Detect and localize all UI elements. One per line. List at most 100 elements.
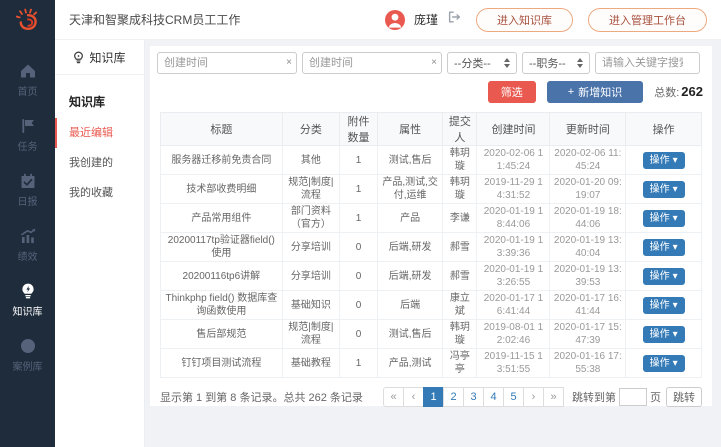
cell-created: 2019-11-29 14:31:52 — [477, 175, 550, 204]
calendar-icon — [19, 172, 37, 190]
row-action-button[interactable]: 操作▾ — [643, 355, 685, 372]
col-actions: 操作 — [626, 113, 702, 146]
category-select-value: --分类-- — [454, 55, 491, 71]
cell-title: 售后部规范 — [161, 320, 283, 349]
filter-button[interactable]: 筛选 — [488, 81, 536, 103]
sidebar-item-label: 首页 — [18, 83, 38, 98]
prev-page-button[interactable]: ‹ — [403, 387, 424, 407]
sidebar-item-performance[interactable]: 绩效 — [0, 217, 55, 272]
cell-created: 2020-02-06 11:45:24 — [477, 146, 550, 175]
kb-item-recently-edited[interactable]: 最近编辑 — [55, 118, 144, 148]
table-header-row: 标题 分类 附件数量 属性 提交人 创建时间 更新时间 操作 — [161, 113, 702, 146]
jump-page-input[interactable] — [619, 388, 647, 406]
kb-item-my-favorites[interactable]: 我的收藏 — [55, 178, 144, 208]
sidebar-item-daily[interactable]: 日报 — [0, 162, 55, 217]
page-button-2[interactable]: 2 — [443, 387, 464, 407]
sidebar-item-label: 绩效 — [18, 248, 38, 263]
first-page-button[interactable]: « — [383, 387, 404, 407]
cell-attributes: 测试,售后 — [377, 146, 442, 175]
cell-category: 规范|制度|流程 — [282, 320, 339, 349]
enter-knowledge-base-button[interactable]: 进入知识库 — [476, 8, 573, 32]
next-page-button[interactable]: › — [523, 387, 544, 407]
row-action-button[interactable]: 操作▾ — [643, 326, 685, 343]
cell-category: 分享培训 — [282, 233, 339, 262]
filter-bar: × × --分类-- --职务-- — [157, 52, 705, 74]
jump-suffix-label: 页 — [650, 389, 661, 405]
knowledge-base-sidebar: 知识库 知识库 最近编辑 我创建的 我的收藏 — [55, 40, 145, 447]
cell-attributes: 测试,售后 — [377, 320, 442, 349]
enter-admin-workbench-button[interactable]: 进入管理工作台 — [588, 8, 707, 32]
plus-icon: + — [568, 86, 574, 98]
clear-icon[interactable]: × — [431, 56, 437, 69]
row-action-button[interactable]: 操作▾ — [643, 210, 685, 227]
cell-updated: 2020-01-19 13:40:04 — [550, 233, 626, 262]
cell-attributes: 产品,测试,交付,运维 — [377, 175, 442, 204]
table-row: 20200117tp验证器field()使用 分享培训 0 后端,研发 郝雪 2… — [161, 233, 702, 262]
create-time-from-input[interactable] — [157, 52, 297, 74]
col-created: 创建时间 — [477, 113, 550, 146]
cell-updated: 2020-01-20 09:19:07 — [550, 175, 626, 204]
kb-sidebar-title: 知识库 — [89, 49, 125, 66]
kb-item-created-by-me[interactable]: 我创建的 — [55, 148, 144, 178]
cell-attributes: 后端 — [377, 291, 442, 320]
row-action-button[interactable]: 操作▾ — [643, 152, 685, 169]
caret-down-icon: ▾ — [673, 212, 678, 225]
category-select[interactable]: --分类-- — [447, 52, 517, 74]
cell-category: 部门资料（官方） — [282, 204, 339, 233]
cell-attachments: 0 — [340, 291, 378, 320]
cell-submitter: 韩玥璇 — [443, 175, 477, 204]
user-avatar[interactable] — [385, 10, 405, 30]
action-bar: 筛选 + 新增知识 总数:262 — [157, 81, 705, 103]
clear-icon[interactable]: × — [286, 56, 292, 69]
last-page-button[interactable]: » — [543, 387, 564, 407]
cell-created: 2019-11-15 13:51:55 — [477, 349, 550, 378]
sidebar-item-tasks[interactable]: 任务 — [0, 107, 55, 162]
row-action-button[interactable]: 操作▾ — [643, 239, 685, 256]
app-title: 天津和智聚成科技CRM员工工作 — [69, 11, 240, 28]
create-time-to-input[interactable] — [302, 52, 442, 74]
role-select[interactable]: --职务-- — [522, 52, 590, 74]
create-time-to-field: × — [302, 52, 442, 74]
cell-submitter: 韩玥璇 — [443, 320, 477, 349]
page-button-3[interactable]: 3 — [463, 387, 484, 407]
jump-button[interactable]: 跳转 — [666, 387, 702, 407]
keyword-search-input[interactable] — [595, 52, 700, 74]
knowledge-table: 标题 分类 附件数量 属性 提交人 创建时间 更新时间 操作 服务器迁移前免责合… — [160, 112, 702, 378]
sidebar-item-case-library[interactable]: 案例库 — [0, 327, 55, 382]
cell-attachments: 1 — [340, 175, 378, 204]
chart-icon — [19, 227, 37, 245]
cell-attachments: 1 — [340, 349, 378, 378]
caret-down-icon: ▾ — [673, 154, 678, 167]
cell-submitter: 郝雪 — [443, 233, 477, 262]
cell-title: 20200117tp验证器field()使用 — [161, 233, 283, 262]
cell-created: 2019-08-01 12:02:46 — [477, 320, 550, 349]
sidebar-item-knowledge-base[interactable]: 知识库 — [0, 272, 55, 327]
table-row: Thinkphp field() 数据库查询函数使用 基础知识 0 后端 康立斌… — [161, 291, 702, 320]
cell-title: 20200116tp6讲解 — [161, 262, 283, 291]
page-button-5[interactable]: 5 — [503, 387, 524, 407]
sidebar-item-home[interactable]: 首页 — [0, 52, 55, 107]
sidebar-item-label: 日报 — [18, 193, 38, 208]
row-action-button[interactable]: 操作▾ — [643, 268, 685, 285]
cell-attachments: 1 — [340, 204, 378, 233]
icon-sidebar: 首页 任务 日报 绩效 知识库 — [0, 0, 55, 447]
home-icon — [19, 62, 37, 80]
cell-category: 基础教程 — [282, 349, 339, 378]
caret-down-icon: ▾ — [673, 183, 678, 196]
page-button-4[interactable]: 4 — [483, 387, 504, 407]
row-action-button[interactable]: 操作▾ — [643, 297, 685, 314]
add-knowledge-button[interactable]: + 新增知识 — [547, 81, 643, 103]
select-arrows-icon — [504, 58, 510, 68]
add-knowledge-label: 新增知识 — [578, 84, 622, 100]
table-row: 20200116tp6讲解 分享培训 0 后端,研发 郝雪 2020-01-19… — [161, 262, 702, 291]
page-button-1[interactable]: 1 — [423, 387, 444, 407]
cell-updated: 2020-01-16 17:55:38 — [550, 349, 626, 378]
row-action-button[interactable]: 操作▾ — [643, 181, 685, 198]
app-logo[interactable] — [0, 0, 55, 40]
total-value: 262 — [681, 84, 703, 99]
logout-icon[interactable] — [447, 10, 461, 29]
role-select-value: --职务-- — [529, 55, 566, 71]
cell-title: 产品常用组件 — [161, 204, 283, 233]
cell-attachments: 0 — [340, 320, 378, 349]
cell-attachments: 1 — [340, 146, 378, 175]
